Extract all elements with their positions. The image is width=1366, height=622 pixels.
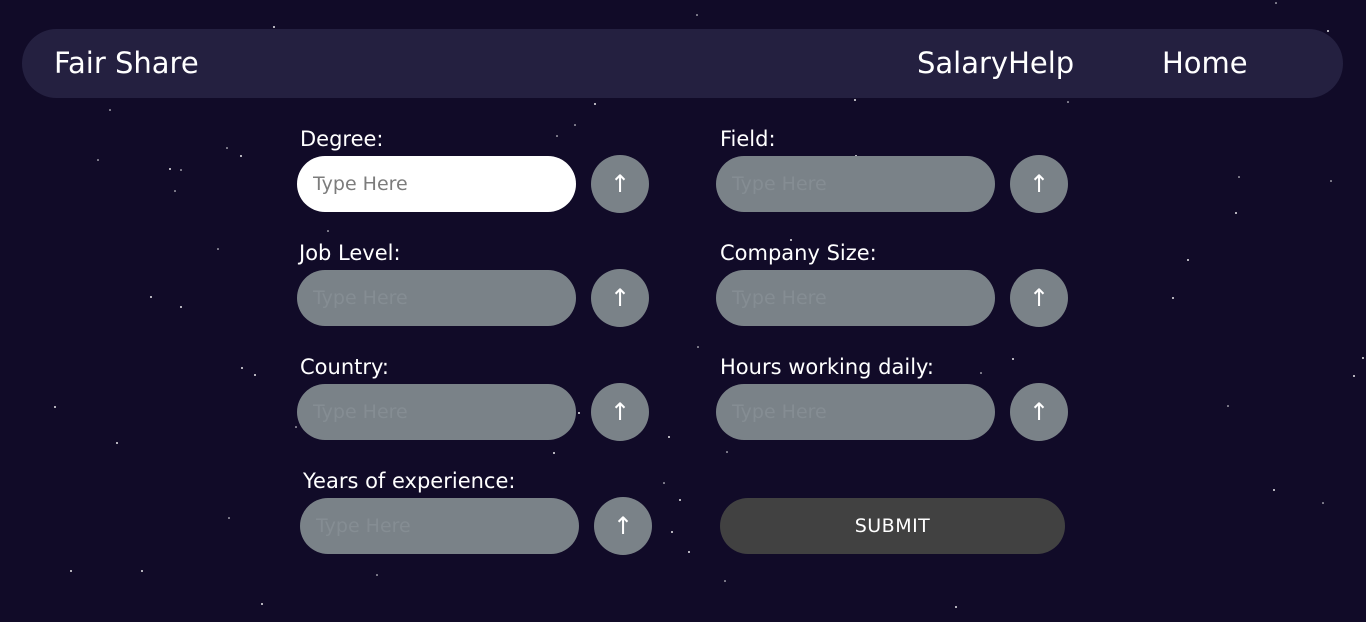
star-dot [697, 346, 699, 348]
star-dot [663, 482, 665, 484]
arrow-up-icon: ↑ [612, 512, 634, 540]
star-dot [1012, 358, 1014, 360]
arrow-up-icon: ↑ [1028, 398, 1050, 426]
job-level-label: Job Level: [299, 241, 401, 265]
star-dot [273, 26, 275, 28]
degree-submit-button[interactable]: ↑ [591, 155, 649, 213]
star-dot [1353, 375, 1355, 377]
star-dot [53, 405, 57, 409]
star-dot [594, 103, 596, 105]
years-of-experience-label: Years of experience: [303, 469, 516, 493]
star-dot [327, 230, 329, 232]
star-dot [97, 159, 99, 161]
star-dot [726, 451, 728, 453]
star-dot [679, 499, 681, 501]
country-input[interactable] [297, 384, 576, 440]
star-dot [1362, 357, 1364, 359]
star-dot [696, 14, 698, 16]
star-dot [1227, 405, 1229, 407]
company-size-submit-button[interactable]: ↑ [1010, 269, 1068, 327]
star-dot [239, 154, 243, 158]
star-dot [376, 574, 378, 576]
arrow-up-icon: ↑ [609, 284, 631, 312]
field-submit-button[interactable]: ↑ [1010, 155, 1068, 213]
star-dot [1187, 259, 1189, 261]
star-dot [109, 109, 111, 111]
star-dot [1238, 176, 1240, 178]
job-level-input[interactable] [297, 270, 576, 326]
star-dot [228, 517, 230, 519]
hours-working-daily-label: Hours working daily: [720, 355, 935, 379]
star-dot [254, 374, 256, 376]
years-of-experience-input[interactable] [300, 498, 579, 554]
star-dot [180, 169, 182, 171]
star-dot [1330, 180, 1332, 182]
star-dot [1172, 297, 1174, 299]
country-label: Country: [300, 355, 389, 379]
hours-working-daily-submit-button[interactable]: ↑ [1010, 383, 1068, 441]
job-level-submit-button[interactable]: ↑ [591, 269, 649, 327]
star-dot [1322, 502, 1324, 504]
arrow-up-icon: ↑ [1028, 170, 1050, 198]
star-dot [295, 426, 297, 428]
years-of-experience-submit-button[interactable]: ↑ [594, 497, 652, 555]
star-dot [174, 190, 176, 192]
star-dot [1327, 30, 1329, 32]
star-dot [688, 551, 690, 553]
field-input[interactable] [716, 156, 995, 212]
arrow-up-icon: ↑ [609, 398, 631, 426]
degree-label: Degree: [300, 127, 384, 151]
star-dot [1275, 2, 1277, 4]
arrow-up-icon: ↑ [1028, 284, 1050, 312]
star-dot [1273, 489, 1275, 491]
arrow-up-icon: ↑ [609, 170, 631, 198]
nav-link-home[interactable]: Home [1162, 29, 1248, 98]
submit-button[interactable]: SUBMIT [720, 498, 1065, 554]
star-dot [854, 99, 856, 101]
degree-input[interactable] [297, 156, 576, 212]
star-dot [574, 124, 576, 126]
star-dot [724, 580, 726, 582]
star-dot [226, 147, 228, 149]
star-dot [578, 412, 580, 414]
star-dot [116, 442, 118, 444]
star-dot [955, 606, 957, 608]
star-dot [556, 135, 558, 137]
star-dot [168, 167, 172, 171]
star-dot [217, 248, 219, 250]
navbar: Fair Share SalaryHelp Home [22, 29, 1343, 98]
company-size-input[interactable] [716, 270, 995, 326]
country-submit-button[interactable]: ↑ [591, 383, 649, 441]
star-dot [1235, 212, 1237, 214]
star-dot [240, 366, 244, 370]
star-dot [150, 296, 152, 298]
star-dot [261, 603, 263, 605]
brand-logo[interactable]: Fair Share [54, 29, 199, 98]
star-dot [70, 570, 72, 572]
star-dot [1067, 101, 1069, 103]
star-dot [980, 372, 982, 374]
star-dot [180, 306, 182, 308]
star-dot [553, 452, 555, 454]
nav-link-salaryhelp[interactable]: SalaryHelp [917, 29, 1074, 98]
company-size-label: Company Size: [720, 241, 877, 265]
star-dot [671, 531, 673, 533]
star-dot [141, 570, 143, 572]
star-dot [667, 435, 671, 439]
field-label: Field: [720, 127, 776, 151]
hours-working-daily-input[interactable] [716, 384, 995, 440]
